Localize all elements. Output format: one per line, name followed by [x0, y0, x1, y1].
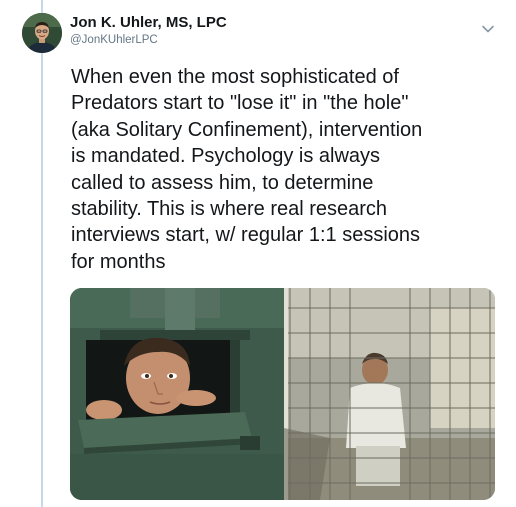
- tweet-text-line: When even the most sophisticated of: [71, 66, 399, 88]
- avatar[interactable]: [22, 13, 62, 53]
- tweet-text-line: interviews start, w/ regular 1:1 session…: [71, 224, 421, 247]
- tweet-text-line: called to assess him, to determine: [71, 171, 374, 194]
- tweet[interactable]: Jon K. Uhler, MS, LPC @JonKUhlerLPC When…: [0, 0, 516, 507]
- avatar-image: [22, 13, 62, 53]
- tweet-text: When even the most sophisticated of Pred…: [71, 64, 501, 275]
- media-image: [70, 288, 495, 500]
- tweet-text-line: stability. This is where real research: [71, 198, 388, 221]
- tweet-text-line: for months: [71, 250, 166, 273]
- thread-connector-line: [41, 0, 43, 507]
- author-handle[interactable]: @JonKUhlerLPC: [70, 34, 158, 46]
- caged-cell-photo: [284, 288, 495, 500]
- tweet-text-line: is mandated. Psychology is always: [71, 145, 381, 168]
- cell-door-photo: [70, 288, 284, 500]
- tweet-text-line: (aka Solitary Confinement), intervention: [71, 118, 423, 141]
- chevron-down-icon[interactable]: [481, 24, 495, 34]
- tweet-media[interactable]: [70, 288, 495, 500]
- tweet-text-line: Predators start to "lose it" in "the hol…: [71, 92, 409, 115]
- author-name[interactable]: Jon K. Uhler, MS, LPC: [70, 14, 227, 31]
